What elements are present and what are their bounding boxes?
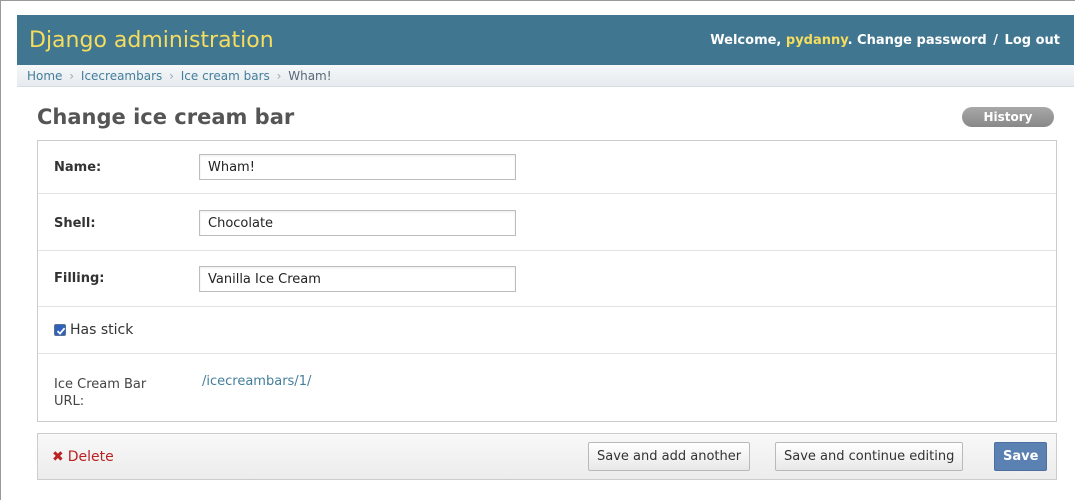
page-title: Change ice cream bar xyxy=(37,105,295,129)
user-tools: Welcome, pydanny. Change password / Log … xyxy=(710,32,1060,48)
tools-separator: / xyxy=(993,32,999,48)
form-row-filling: Filling: xyxy=(38,251,1056,307)
welcome-text: Welcome, xyxy=(710,32,782,48)
breadcrumb-ice-cream-bars[interactable]: Ice cream bars xyxy=(181,69,270,83)
name-label: Name: xyxy=(54,160,102,175)
form-row-shell: Shell: xyxy=(38,194,1056,251)
history-button[interactable]: History xyxy=(962,107,1054,127)
has-stick-checkbox[interactable] xyxy=(54,324,66,336)
breadcrumb: Home › Icecreambars › Ice cream bars › W… xyxy=(17,65,1074,87)
admin-header: Django administration Welcome, pydanny. … xyxy=(17,15,1074,65)
delete-label: Delete xyxy=(67,449,114,465)
breadcrumb-icecreambars[interactable]: Icecreambars xyxy=(81,69,162,83)
shell-label: Shell: xyxy=(54,216,96,231)
breadcrumb-separator: › xyxy=(276,69,282,83)
save-and-continue-button[interactable]: Save and continue editing xyxy=(775,442,964,471)
form-row-name: Name: xyxy=(38,141,1056,194)
save-and-add-another-button[interactable]: Save and add another xyxy=(588,442,751,471)
url-link[interactable]: /icecreambars/1/ xyxy=(202,374,311,389)
breadcrumb-separator: › xyxy=(69,69,75,83)
logout-link[interactable]: Log out xyxy=(1005,33,1060,48)
save-button[interactable]: Save xyxy=(994,442,1048,471)
username: pydanny xyxy=(785,32,848,48)
form-row-has-stick: Has stick xyxy=(38,307,1056,354)
url-label-line2: URL: xyxy=(54,394,85,409)
name-field[interactable] xyxy=(199,154,516,180)
breadcrumb-current: Wham! xyxy=(288,69,332,83)
shell-field[interactable] xyxy=(199,210,516,236)
url-label-line1: Ice Cream Bar xyxy=(54,377,147,392)
change-form: Name: Shell: Filling: Has stick Ice Crea… xyxy=(37,140,1057,422)
filling-field[interactable] xyxy=(199,266,516,292)
breadcrumb-separator: › xyxy=(169,69,174,83)
site-brand[interactable]: Django administration xyxy=(29,28,274,53)
submit-row: ✖ Delete Save and add another Save and co… xyxy=(37,433,1057,480)
breadcrumb-home[interactable]: Home xyxy=(27,69,62,83)
url-label: Ice Cream Bar URL: xyxy=(54,376,184,410)
has-stick-label[interactable]: Has stick xyxy=(70,322,133,338)
checkmark-icon xyxy=(56,327,66,335)
filling-label: Filling: xyxy=(54,271,105,286)
delete-link[interactable]: ✖ Delete xyxy=(52,449,114,465)
delete-icon: ✖ xyxy=(52,449,64,465)
browser-frame: Django administration Welcome, pydanny. … xyxy=(0,0,1075,500)
change-password-link[interactable]: Change password xyxy=(857,33,987,48)
form-row-url: Ice Cream Bar URL: /icecreambars/1/ xyxy=(38,354,1056,422)
